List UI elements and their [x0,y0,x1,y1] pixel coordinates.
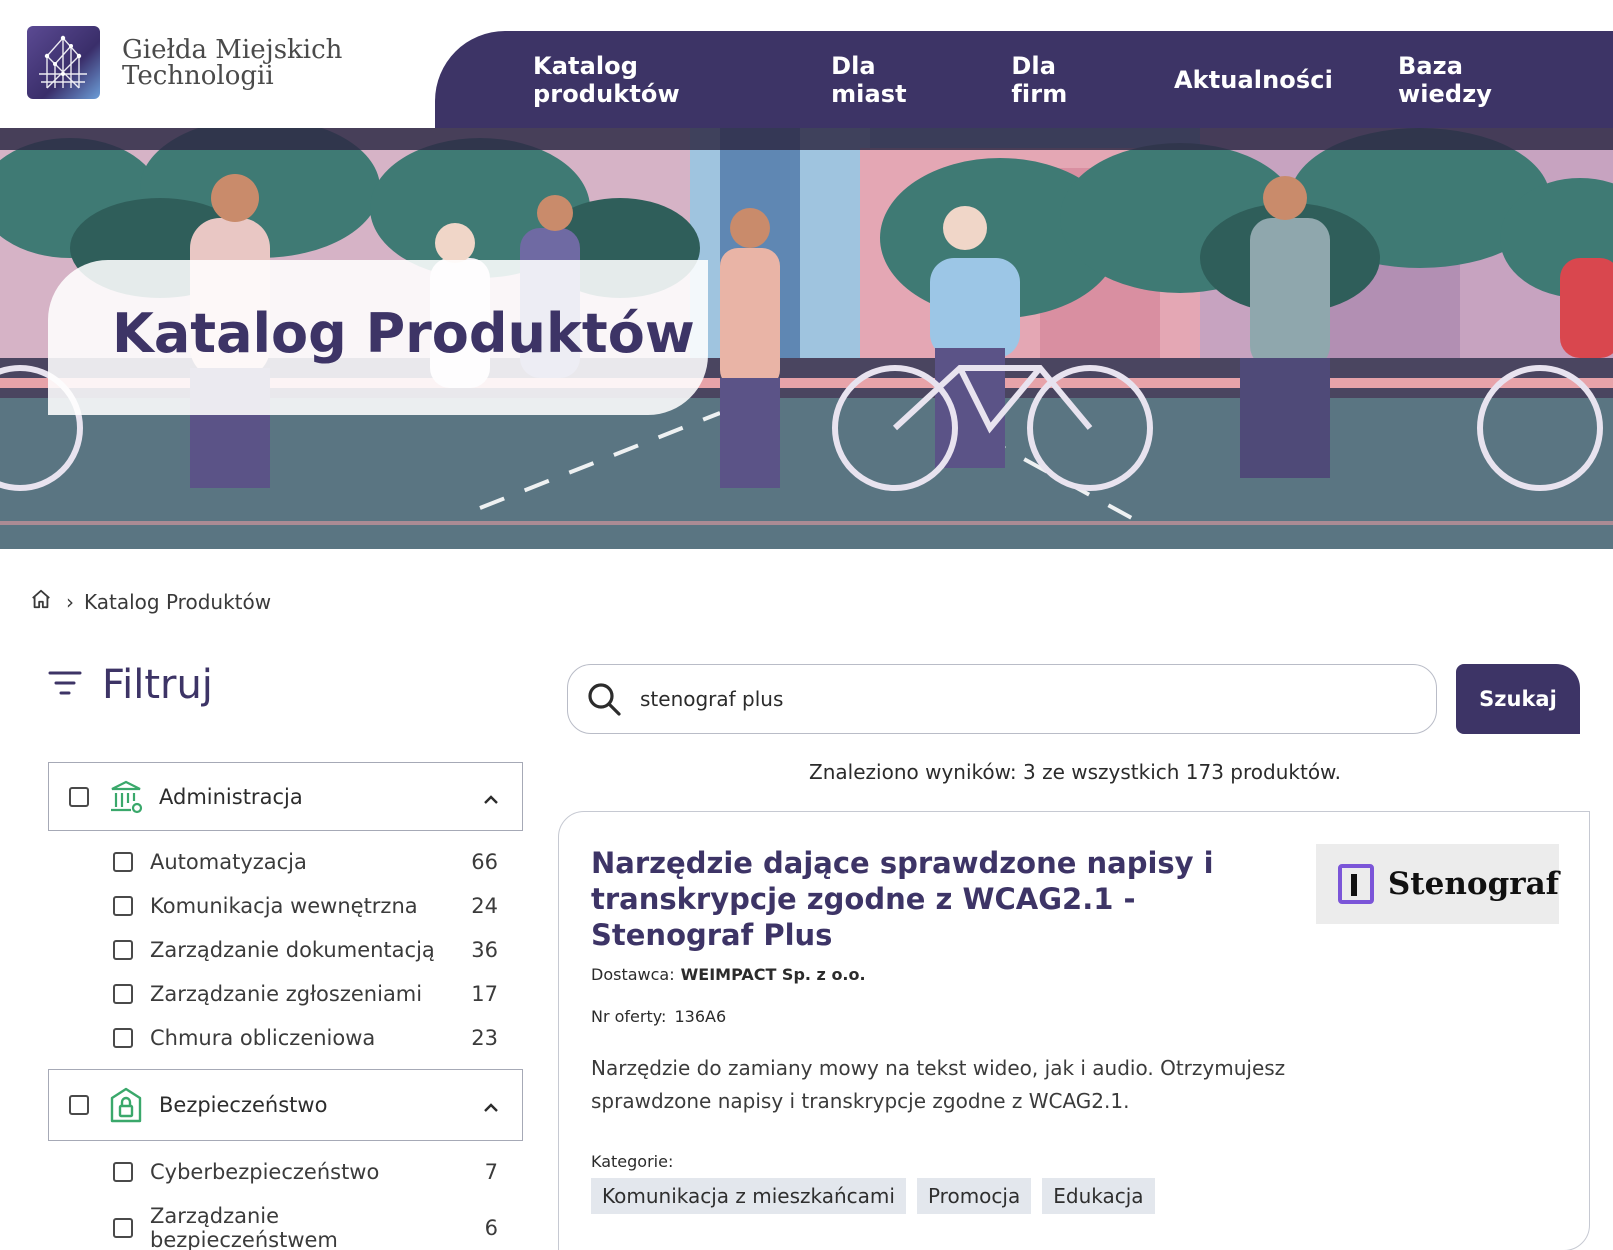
supplier-label: Dostawca: [591,965,675,984]
filter-item-count: 17 [471,982,498,1006]
filter-item-zarzadzanie-dokumentacja[interactable]: Zarządzanie dokumentacją 36 [113,938,498,962]
filter-header: Filtruj [48,662,213,708]
filter-group-label: Bezpieczeństwo [159,1093,328,1117]
product-card[interactable]: Narzędzie dające sprawdzone napisy i tra… [558,811,1590,1250]
category-tag[interactable]: Promocja [916,1178,1032,1214]
filter-item-label: Zarządzanie zgłoszeniami [150,982,423,1006]
main-nav: Katalog produktów Dla miast Dla firm Akt… [435,31,1613,128]
breadcrumb: › Katalog Produktów [30,588,271,615]
search-bar [567,664,1437,734]
product-title[interactable]: Narzędzie dające sprawdzone napisy i tra… [591,845,1261,953]
institution-icon [109,778,143,816]
filter-item-count: 7 [484,1160,498,1184]
search-button[interactable]: Szukaj [1456,664,1580,734]
nav-dla-miast[interactable]: Dla miast [831,52,946,108]
filter-item-count: 24 [471,894,498,918]
filter-item-count: 66 [471,850,498,874]
nav-aktualnosci[interactable]: Aktualności [1174,66,1333,94]
filter-icon [48,669,82,701]
filter-group-administracja[interactable]: Administracja [48,762,523,831]
breadcrumb-current: Katalog Produktów [84,589,272,614]
categories-label: Kategorie: [591,1152,674,1171]
offer-value: 136A6 [674,1007,727,1026]
category-tags: Komunikacja z mieszkańcami Promocja Eduk… [591,1178,1166,1214]
stenograf-logo-icon [1338,864,1374,904]
logo-mark-icon [27,26,100,99]
filter-item-chmura-obliczeniowa[interactable]: Chmura obliczeniowa 23 [113,1026,498,1050]
product-logo: Stenograf [1316,844,1559,924]
home-icon[interactable] [30,588,52,615]
category-tag[interactable]: Komunikacja z mieszkańcami [591,1178,906,1214]
checkbox[interactable] [113,940,133,960]
filter-group-label: Administracja [159,784,303,809]
checkbox[interactable] [113,1218,133,1238]
nav-dla-firm[interactable]: Dla firm [1011,52,1109,108]
product-logo-text: Stenograf [1387,866,1559,902]
checkbox[interactable] [113,852,133,872]
filter-item-label: Komunikacja wewnętrzna [150,894,418,918]
logo-line-1: Giełda Miejskich [122,34,343,65]
breadcrumb-separator: › [66,589,74,614]
filter-title: Filtruj [102,662,213,708]
supplier-value: WEIMPACT Sp. z o.o. [680,965,866,984]
offer-label: Nr oferty: [591,1007,667,1026]
site-header: Giełda Miejskich Technologii Katalog pro… [0,0,1613,128]
filter-item-komunikacja-wewnetrzna[interactable]: Komunikacja wewnętrzna 24 [113,894,498,918]
filter-item-cyberbezpieczenstwo[interactable]: Cyberbezpieczeństwo 7 [113,1160,498,1184]
checkbox[interactable] [113,1028,133,1048]
filter-item-zarzadzanie-zgloszeniami[interactable]: Zarządzanie zgłoszeniami 17 [113,982,498,1006]
checkbox[interactable] [113,984,133,1004]
product-offer-number: Nr oferty: 136A6 [591,1007,726,1026]
filter-item-label: Zarządzanie dokumentacją [150,938,435,962]
checkbox[interactable] [113,1162,133,1182]
hero-title-box: Katalog Produktów [48,260,708,415]
checkbox-administracja[interactable] [69,786,89,807]
chevron-up-icon[interactable] [482,791,500,804]
nav-baza-wiedzy[interactable]: Baza wiedzy [1398,52,1548,108]
filter-item-label: Chmura obliczeniowa [150,1026,376,1050]
site-logo[interactable]: Giełda Miejskich Technologii [27,26,342,99]
checkbox[interactable] [113,896,133,916]
lock-shield-icon [109,1086,143,1124]
filter-item-zarzadzanie-bezpieczenstwem[interactable]: Zarządzanie bezpieczeństwem 6 [113,1204,498,1250]
filter-item-count: 6 [484,1216,498,1240]
filter-group-bezpieczenstwo[interactable]: Bezpieczeństwo [48,1069,523,1141]
product-description: Narzędzie do zamiany mowy na tekst wideo… [591,1056,1286,1113]
search-icon [586,681,622,717]
page-title: Katalog Produktów [112,302,695,365]
product-supplier: Dostawca: WEIMPACT Sp. z o.o. [591,965,866,984]
checkbox-bezpieczenstwo[interactable] [69,1095,89,1115]
category-tag[interactable]: Edukacja [1042,1178,1155,1214]
nav-katalog-produktow[interactable]: Katalog produktów [533,52,766,108]
filter-item-label: Cyberbezpieczeństwo [150,1160,380,1184]
search-input[interactable] [640,687,1400,711]
filter-item-count: 36 [471,938,498,962]
filter-item-label: Automatyzacja [150,850,307,874]
results-summary: Znaleziono wyników: 3 ze wszystkich 173 … [809,760,1341,784]
filter-item-automatyzacja[interactable]: Automatyzacja 66 [113,850,498,874]
chevron-up-icon[interactable] [482,1099,500,1112]
logo-line-2: Technologii [122,60,274,91]
filter-item-label: Zarządzanie bezpieczeństwem [150,1204,338,1250]
hero-banner: Katalog Produktów [0,128,1613,549]
filter-item-count: 23 [471,1026,498,1050]
